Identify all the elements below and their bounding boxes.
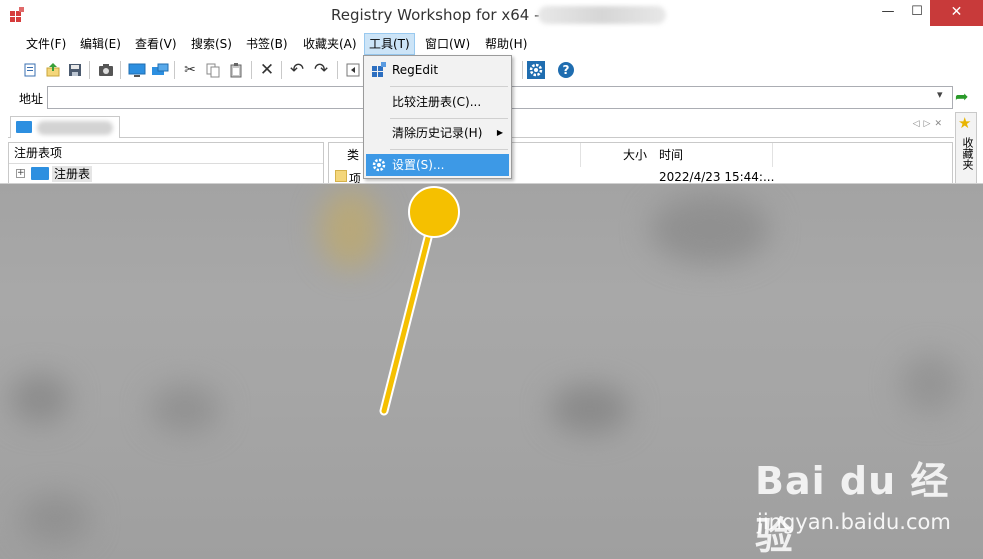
menu-item-label: 设置(S)... — [392, 158, 445, 172]
blurred-shape — [650, 194, 770, 264]
blurred-shape — [900, 354, 960, 414]
menu-favorites[interactable]: 收藏夹(A) — [299, 33, 361, 55]
settings-icon[interactable] — [526, 60, 546, 80]
regedit-icon — [372, 62, 386, 77]
column-time[interactable]: 时间 — [653, 143, 773, 167]
row-type: 项 — [349, 172, 362, 184]
toolbar-separator — [89, 61, 90, 79]
submenu-arrow-icon: ▶ — [496, 128, 503, 137]
save-icon[interactable] — [65, 60, 85, 80]
menu-search[interactable]: 搜索(S) — [187, 33, 236, 55]
menu-item-compare-registry[interactable]: 比较注册表(C)... — [366, 91, 509, 113]
import-icon[interactable] — [43, 60, 63, 80]
tree-item-label[interactable]: 注册表 — [52, 166, 93, 182]
menu-item-regedit[interactable]: RegEdit — [366, 59, 509, 81]
snapshot-icon[interactable] — [96, 60, 116, 80]
gear-icon — [372, 158, 386, 172]
menu-item-label: RegEdit — [392, 63, 439, 77]
watermark-url: jingyan.baidu.com — [757, 510, 951, 534]
redacted-title-part — [538, 6, 666, 24]
tools-menu: RegEdit 比较注册表(C)... 清除历史记录(H) ▶ 设置(S)... — [363, 55, 512, 179]
menu-separator — [390, 86, 508, 87]
menu-tools[interactable]: 工具(T) — [364, 33, 415, 55]
toolbar-separator — [120, 61, 121, 79]
title-bar: Registry Workshop for x64 - — ☐ ✕ — [0, 0, 983, 30]
blurred-shape — [20, 494, 90, 544]
menu-item-label: 清除历史记录(H) — [392, 126, 483, 140]
menu-window[interactable]: 窗口(W) — [421, 33, 474, 55]
delete-icon[interactable]: ✕ — [257, 60, 277, 80]
toolbar-separator — [174, 61, 175, 79]
menu-item-clear-history[interactable]: 清除历史记录(H) ▶ — [366, 122, 509, 144]
computer-icon[interactable] — [127, 60, 147, 80]
svg-text:?: ? — [563, 63, 570, 77]
star-icon: ★ — [958, 114, 972, 132]
back-icon[interactable] — [343, 60, 363, 80]
redacted-tab-label — [37, 121, 113, 135]
undo-icon[interactable]: ↶ — [287, 60, 307, 80]
row-time: 2022/4/23 15:44:... — [659, 170, 775, 184]
cut-icon[interactable]: ✂ — [180, 60, 200, 80]
toolbar-separator — [251, 61, 252, 79]
toolbar-separator — [522, 61, 523, 79]
tree-pane-header: 注册表项 — [9, 143, 323, 164]
column-size[interactable]: 大小 — [593, 143, 653, 167]
menu-separator — [390, 118, 508, 119]
remote-connect-icon[interactable] — [150, 60, 170, 80]
menu-item-label: 比较注册表(C)... — [392, 95, 482, 109]
menu-bar: 文件(F) 编辑(E) 查看(V) 搜索(S) 书签(B) 收藏夹(A) 工具(… — [13, 33, 973, 55]
paste-icon[interactable] — [226, 60, 246, 80]
toolbar-separator — [337, 61, 338, 79]
address-dropdown-icon[interactable]: ▾ — [937, 88, 943, 101]
menu-bookmarks[interactable]: 书签(B) — [242, 33, 292, 55]
favorites-sidebar[interactable]: ★ 收藏夹 — [955, 112, 977, 183]
blurred-shape — [320, 189, 380, 269]
folder-icon — [335, 170, 347, 182]
menu-help[interactable]: 帮助(H) — [481, 33, 531, 55]
close-button[interactable]: ✕ — [930, 0, 983, 26]
tab-computer[interactable] — [10, 116, 120, 138]
blurred-shape — [10, 374, 70, 424]
computer-icon — [31, 167, 49, 180]
menu-item-settings[interactable]: 设置(S)... — [366, 154, 509, 176]
menu-edit[interactable]: 编辑(E) — [76, 33, 125, 55]
menu-view[interactable]: 查看(V) — [131, 33, 181, 55]
go-arrow-icon[interactable]: ➦ — [955, 87, 968, 106]
address-label: 地址 — [19, 92, 44, 106]
copy-icon[interactable] — [203, 60, 223, 80]
watermark-logo: Bai du 经验 — [755, 459, 950, 558]
new-key-icon[interactable] — [20, 60, 40, 80]
tree-item-registry[interactable]: + 注册表 — [9, 165, 323, 183]
registry-tree-pane: 注册表项 + 注册表 — [8, 142, 324, 183]
blurred-shape — [550, 384, 630, 434]
menu-separator — [390, 149, 508, 150]
baidu-jingyan-watermark: Bai du 经验 jingyan.baidu.com — [755, 450, 975, 558]
computer-icon — [16, 121, 32, 133]
registry-workshop-icon — [10, 7, 24, 22]
screenshot: Registry Workshop for x64 - — ☐ ✕ 文件(F) … — [0, 0, 983, 559]
help-icon[interactable]: ? — [556, 60, 576, 80]
tab-scroll-arrows[interactable]: ◁▷✕ — [913, 119, 946, 129]
window-title: Registry Workshop for x64 - — [331, 6, 540, 24]
menu-file[interactable]: 文件(F) — [22, 33, 70, 55]
expand-icon[interactable]: + — [16, 169, 25, 178]
redo-icon[interactable]: ↷ — [311, 60, 331, 80]
toolbar-separator — [281, 61, 282, 79]
favorites-label: 收藏夹 — [961, 137, 974, 170]
blurred-shape — [150, 384, 220, 434]
